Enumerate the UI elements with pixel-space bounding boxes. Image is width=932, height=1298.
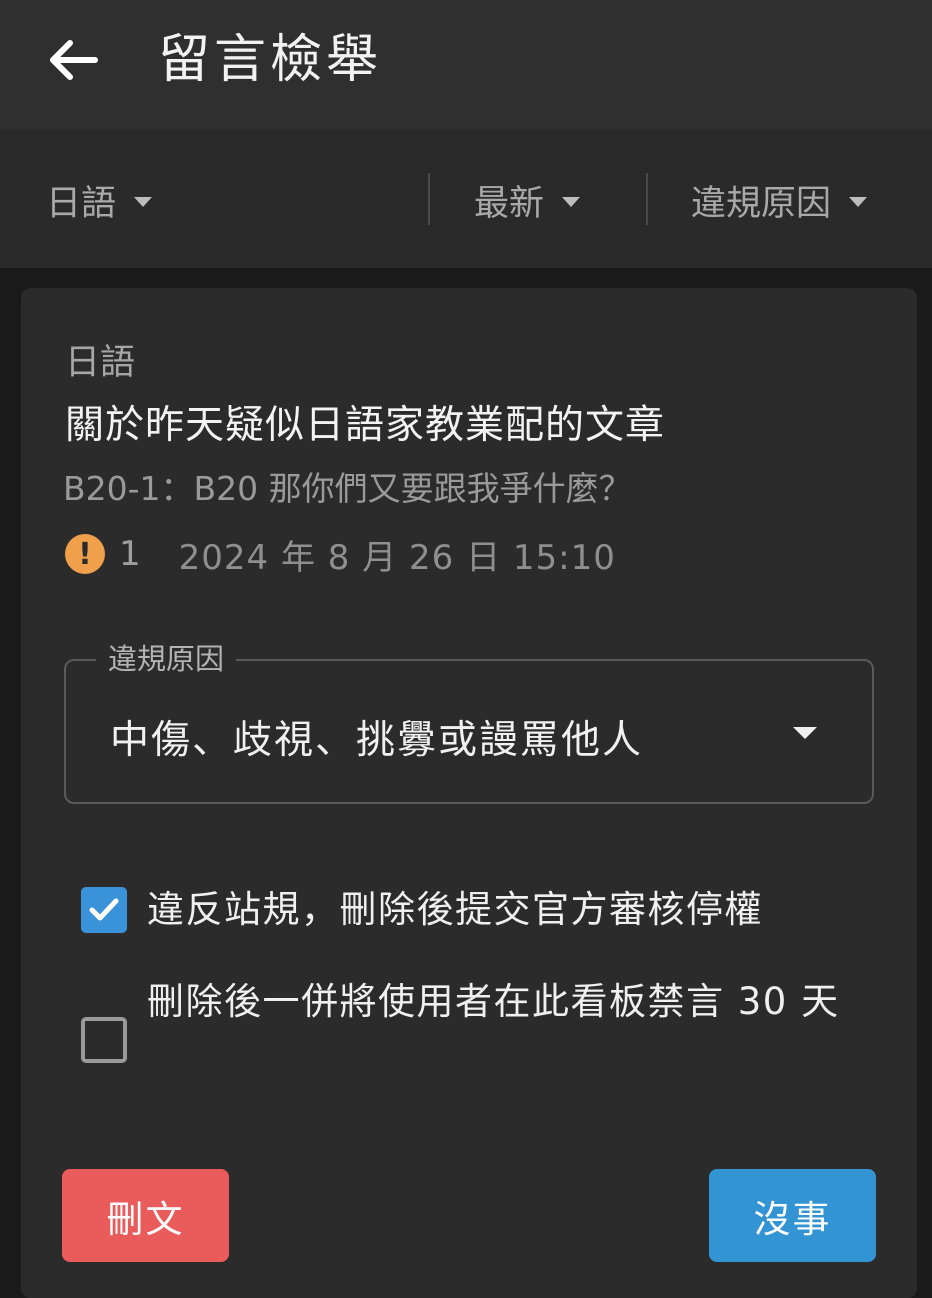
language-filter-label: 日語 — [46, 183, 117, 224]
select-value: 中傷、歧視、挑釁或謾罵他人 — [110, 718, 644, 763]
language-filter[interactable]: 日語 — [46, 172, 153, 228]
mute-user-option[interactable]: 刪除後一併將使用者在此看板禁言 30 天 — [81, 964, 881, 1063]
page-title: 留言檢舉 — [158, 30, 383, 90]
report-count: 1 — [119, 534, 141, 574]
app-bar: 留言檢舉 — [0, 0, 932, 130]
checkbox-label: 刪除後一併將使用者在此看板禁言 30 天 — [147, 980, 840, 1023]
arrow-left-icon — [50, 40, 98, 80]
delete-post-button[interactable]: 刪文 — [62, 1169, 229, 1262]
report-meta: ! 1 2024 年 8 月 26 日 15:10 — [65, 532, 616, 578]
post-title[interactable]: 關於昨天疑似日語家教業配的文章 — [65, 394, 665, 450]
reason-filter-label: 違規原因 — [691, 183, 832, 224]
back-button[interactable] — [40, 30, 106, 90]
ban-report-option[interactable]: 違反站規，刪除後提交官方審核停權 — [81, 872, 763, 948]
reason-filter[interactable]: 違規原因 — [691, 172, 868, 228]
sort-filter-label: 最新 — [474, 183, 545, 224]
filter-divider — [428, 173, 430, 225]
select-label: 違規原因 — [96, 637, 237, 681]
checkbox-checked[interactable] — [81, 887, 127, 933]
caret-down-icon — [562, 197, 581, 207]
report-timestamp: 2024 年 8 月 26 日 15:10 — [178, 537, 616, 578]
caret-down-icon — [134, 197, 153, 207]
violation-reason-select[interactable]: 違規原因 中傷、歧視、挑釁或謾罵他人 — [64, 637, 874, 804]
checkbox-unchecked[interactable] — [81, 1017, 127, 1063]
board-label: 日語 — [65, 343, 136, 383]
checkbox-label: 違反站規，刪除後提交官方審核停權 — [147, 888, 763, 931]
report-card: 日語 關於昨天疑似日語家教業配的文章 B20-1：B20 那你們又要跟我爭什麼？… — [21, 288, 917, 1298]
caret-down-icon — [793, 727, 817, 739]
check-icon — [89, 898, 119, 921]
warning-icon: ! — [65, 534, 105, 574]
dismiss-button[interactable]: 沒事 — [709, 1169, 876, 1262]
sort-filter[interactable]: 最新 — [474, 172, 581, 228]
filter-divider — [646, 173, 648, 225]
caret-down-icon — [849, 197, 868, 207]
reported-comment: B20-1：B20 那你們又要跟我爭什麼？ — [63, 469, 632, 508]
